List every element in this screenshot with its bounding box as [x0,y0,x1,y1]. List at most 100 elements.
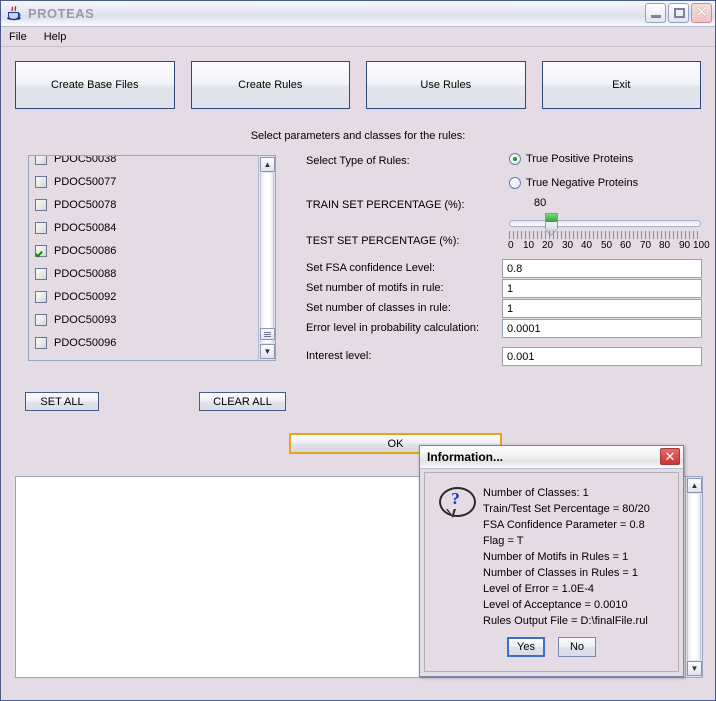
pdoc-list-panel: PDOC50038 PDOC50077 PDOC50078 PDOC50084 … [28,155,276,361]
tick-label: 100 [693,240,710,251]
tick-label: 60 [620,240,632,251]
classes-count-row: Set number of classes in rule: 1 [306,299,704,318]
tick-label: 90 [679,240,691,251]
checkbox-icon[interactable] [35,221,47,234]
main-content: PDOC50038 PDOC50077 PDOC50078 PDOC50084 … [1,153,715,403]
list-item[interactable]: PDOC50096 [29,331,258,354]
java-coffee-cup-icon [6,5,24,23]
tick-label: 30 [562,240,574,251]
list-item[interactable]: PDOC50092 [29,285,258,308]
scroll-up-icon[interactable]: ▲ [260,157,275,172]
scroll-up-icon[interactable]: ▲ [687,478,702,493]
scrollbar-track[interactable] [260,173,274,343]
radio-true-negative-label: True Negative Proteins [526,177,639,189]
slider-track[interactable] [509,213,701,235]
fsa-confidence-input[interactable]: 0.8 [502,259,702,278]
checkbox-icon[interactable] [35,336,47,349]
motifs-count-row: Set number of motifs in rule: 1 [306,279,704,298]
scroll-down-icon[interactable]: ▼ [687,661,702,676]
tick-label: 20 [542,240,554,251]
dialog-line: Number of Classes in Rules = 1 [483,567,638,579]
scrollbar-thumb[interactable] [260,328,275,340]
list-scrollbar[interactable]: ▲ ▼ [258,156,275,360]
list-item[interactable]: PDOC50086 [29,239,258,262]
information-dialog: Information... ✕ ? Number of Classes: 1 … [419,445,684,677]
checkbox-icon[interactable] [35,267,47,280]
checkbox-icon[interactable] [35,313,47,326]
dialog-line: Level of Acceptance = 0.0010 [483,599,628,611]
checkbox-icon[interactable] [35,175,47,188]
maximize-button[interactable] [668,3,689,23]
list-item-label: PDOC50093 [54,313,117,326]
error-level-label: Error level in probability calculation: [306,322,480,334]
error-level-row: Error level in probability calculation: … [306,319,704,338]
slider-tick-labels: 0 10 20 30 40 50 60 70 80 90 100 [508,240,710,253]
scroll-down-icon[interactable]: ▼ [260,344,275,359]
close-button[interactable]: ✕ [691,3,712,23]
slider-thumb-head [545,213,558,222]
checkbox-icon[interactable] [35,198,47,211]
checkbox-icon-checked[interactable] [35,244,47,257]
window-title: PROTEAS [28,6,95,21]
minimize-icon [651,15,661,18]
error-level-input[interactable]: 0.0001 [502,319,702,338]
radio-unselected-icon[interactable] [509,177,521,189]
dialog-title: Information... [427,450,503,464]
menu-bar: File Help [1,27,715,47]
tick-label: 80 [659,240,671,251]
slider-thumb[interactable] [545,213,558,235]
list-item[interactable]: PDOC50088 [29,262,258,285]
radio-true-positive[interactable]: True Positive Proteins [509,153,633,165]
motifs-count-input[interactable]: 1 [502,279,702,298]
list-item-label: PDOC50038 [54,155,117,165]
dialog-line: Number of Classes: 1 [483,487,589,499]
section-heading: Select parameters and classes for the ru… [250,130,466,142]
dialog-yes-button[interactable]: Yes [507,637,545,657]
dialog-close-button[interactable]: ✕ [660,448,680,465]
question-mark-icon: ? [439,487,476,519]
use-rules-button[interactable]: Use Rules [366,61,526,109]
list-item[interactable]: PDOC50078 [29,193,258,216]
classes-count-input[interactable]: 1 [502,299,702,318]
tick-label: 50 [601,240,613,251]
parameters-panel: Select Type of Rules: True Positive Prot… [306,153,710,367]
dialog-title-bar: Information... ✕ [420,446,683,469]
rule-type-row: Select Type of Rules: True Positive Prot… [306,153,704,177]
checkbox-icon[interactable] [35,290,47,303]
create-base-files-button[interactable]: Create Base Files [15,61,175,109]
radio-selected-icon[interactable] [509,153,521,165]
clear-all-button[interactable]: CLEAR ALL [199,392,286,411]
dialog-line: Flag = T [483,535,524,547]
list-item-label: PDOC50084 [54,221,117,234]
set-all-button[interactable]: SET ALL [25,392,99,411]
output-scrollbar[interactable]: ▲ ▼ [685,477,702,677]
exit-button[interactable]: Exit [541,61,701,109]
list-item-label: PDOC50077 [54,175,117,188]
list-item[interactable]: PDOC50093 [29,308,258,331]
close-icon: ✕ [695,4,708,21]
dialog-buttons: Yes No [425,637,678,657]
main-toolbar: Create Base Files Create Rules Use Rules… [1,47,715,109]
minimize-button[interactable] [645,3,666,23]
list-item[interactable]: PDOC50077 [29,170,258,193]
percentage-slider[interactable]: 0 10 20 30 40 50 60 70 80 90 100 [508,213,710,253]
radio-true-negative[interactable]: True Negative Proteins [509,177,638,189]
fsa-confidence-row: Set FSA confidence Level: 0.8 [306,259,704,278]
motifs-count-label: Set number of motifs in rule: [306,282,444,294]
list-item[interactable]: PDOC50084 [29,216,258,239]
application-window: PROTEAS ✕ File Help Create Base Files Cr… [0,0,716,701]
rule-type-label: Select Type of Rules: [306,155,410,167]
dialog-line: Number of Motifs in Rules = 1 [483,551,629,563]
scrollbar-track[interactable] [687,494,701,660]
list-item[interactable]: PDOC50038 [29,155,258,170]
interest-level-input[interactable]: 0.001 [502,347,702,366]
checkbox-icon[interactable] [35,156,47,165]
dialog-line: Rules Output File = D:\finalFile.rul [483,615,648,627]
fsa-confidence-label: Set FSA confidence Level: [306,262,436,274]
slider-thumb-body [545,222,558,229]
menu-item-file[interactable]: File [9,30,36,44]
menu-item-help[interactable]: Help [44,30,76,44]
dialog-line: Train/Test Set Percentage = 80/20 [483,503,650,515]
create-rules-button[interactable]: Create Rules [190,61,350,109]
dialog-no-button[interactable]: No [558,637,596,657]
